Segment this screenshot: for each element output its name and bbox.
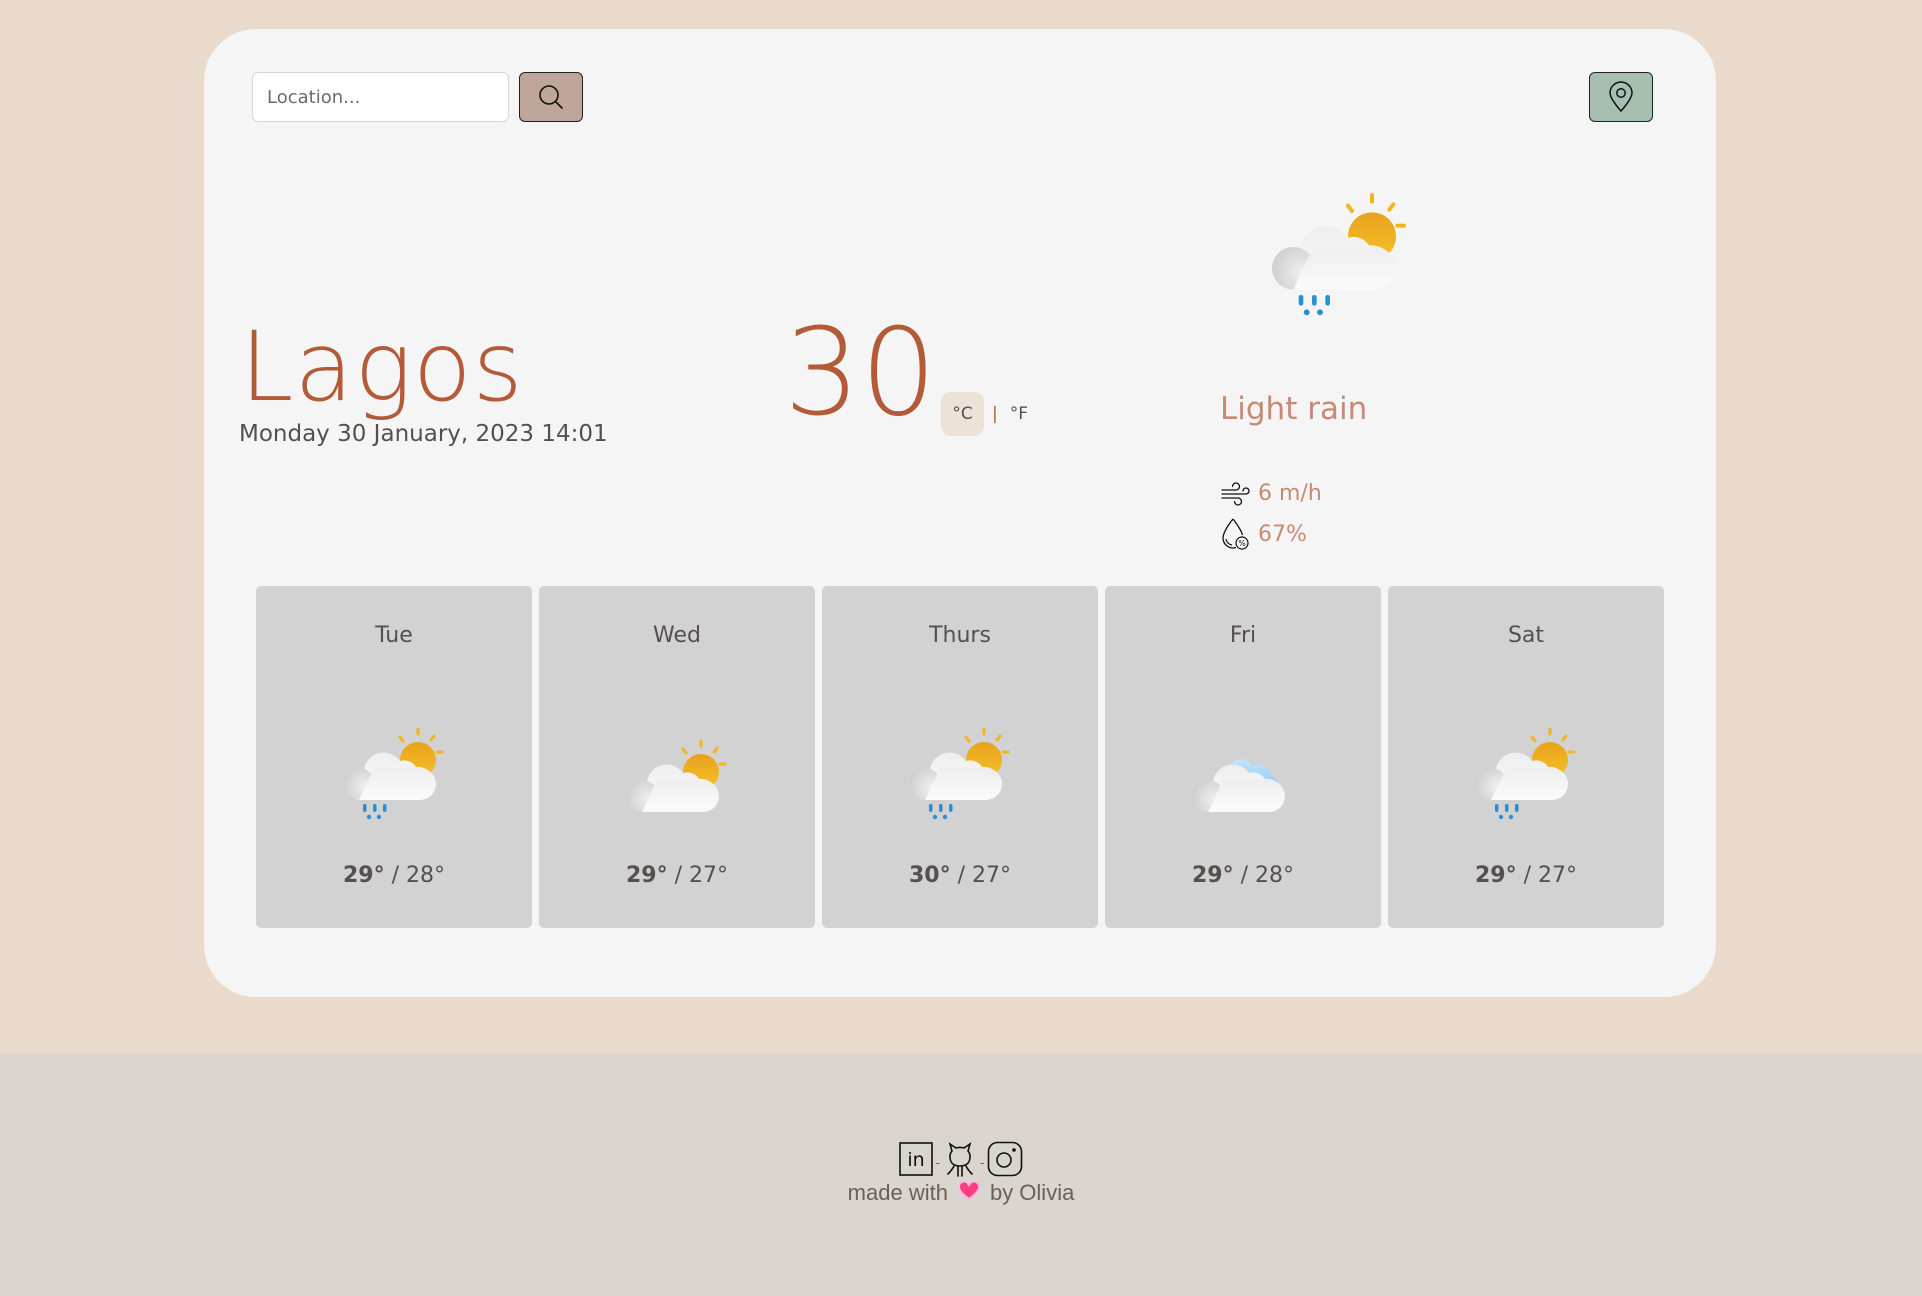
- map-pin-icon: [1609, 81, 1633, 113]
- partly-cloudy-rain-icon: [334, 724, 454, 824]
- cloudy-icon: [1183, 759, 1303, 836]
- city-name: Lagos: [240, 311, 524, 423]
- forecast-low: 28°: [406, 863, 446, 888]
- forecast-low: 27°: [972, 863, 1012, 888]
- forecast-day-name: Thurs: [929, 623, 991, 648]
- svg-text:%: %: [1238, 539, 1246, 548]
- forecast-temps: 29° / 27°: [625, 863, 729, 888]
- forecast-low: 27°: [1538, 863, 1578, 888]
- author-text: by Olivia: [989, 1180, 1075, 1205]
- wind-stat: 6 m/h: [1220, 481, 1322, 506]
- unit-toggle: °C | °F: [941, 392, 1028, 436]
- current-temperature: 30: [784, 304, 937, 443]
- humidity-value: 67%: [1258, 521, 1307, 547]
- humidity-stat: % 67%: [1220, 517, 1307, 551]
- forecast-temps: 29° / 28°: [1191, 863, 1295, 888]
- github-link[interactable]: [943, 1140, 977, 1178]
- social-separator: -: [935, 1156, 940, 1170]
- forecast-day: Fri 29° / 28°: [1105, 586, 1381, 928]
- forecast-list: Tue 29° / 28° Wed 29° / 27° Thurs 30° / …: [256, 586, 1664, 928]
- forecast-day-name: Sat: [1507, 623, 1545, 648]
- forecast-temps: 29° / 28°: [342, 863, 446, 888]
- linkedin-link[interactable]: in: [898, 1142, 933, 1176]
- forecast-day: Sat 29° / 27°: [1388, 586, 1664, 928]
- forecast-day-name: Wed: [653, 623, 701, 648]
- current-datetime: Monday 30 January, 2023 14:01: [239, 421, 608, 447]
- weather-card: Lagos Monday 30 January, 2023 14:01 30 °…: [204, 29, 1716, 997]
- svg-text:in: in: [907, 1149, 924, 1171]
- partly-cloudy-rain-icon: [1466, 724, 1586, 824]
- forecast-high: 29°: [1474, 863, 1517, 888]
- made-with-credit: made with by Olivia: [0, 1180, 1922, 1207]
- unit-separator: |: [992, 404, 998, 424]
- fahrenheit-toggle[interactable]: °F: [1010, 404, 1028, 424]
- search-form: [252, 72, 583, 122]
- location-search-input[interactable]: [252, 72, 509, 122]
- forecast-high: 30°: [908, 863, 951, 888]
- social-separator: -: [980, 1156, 985, 1170]
- forecast-temps: 29° / 27°: [1474, 863, 1578, 888]
- forecast-high: 29°: [342, 863, 385, 888]
- wind-speed: 6 m/h: [1258, 481, 1322, 506]
- search-button[interactable]: [519, 72, 583, 122]
- linkedin-icon: in: [898, 1142, 933, 1176]
- forecast-day-name: Fri: [1229, 623, 1257, 648]
- celsius-toggle[interactable]: °C: [941, 392, 984, 436]
- partly-cloudy-icon: [617, 736, 737, 836]
- forecast-low: 27°: [689, 863, 729, 888]
- weather-description: Light rain: [1220, 391, 1368, 427]
- forecast-low: 28°: [1255, 863, 1295, 888]
- current-location-button[interactable]: [1589, 72, 1653, 122]
- instagram-link[interactable]: [987, 1141, 1023, 1177]
- github-icon: [947, 1142, 973, 1177]
- forecast-day-name: Tue: [375, 623, 413, 648]
- partly-cloudy-rain-icon: [900, 724, 1020, 824]
- instagram-icon: [988, 1141, 1023, 1177]
- footer: in - - made with by Olivia: [0, 1054, 1922, 1296]
- humidity-icon: %: [1222, 518, 1249, 550]
- wind-icon: [1221, 481, 1250, 506]
- search-icon: [539, 85, 563, 109]
- social-links: in - -: [0, 1140, 1922, 1178]
- forecast-day: Wed 29° / 27°: [539, 586, 815, 928]
- forecast-day: Tue 29° / 28°: [256, 586, 532, 928]
- forecast-day: Thurs 30° / 27°: [822, 586, 1098, 928]
- forecast-temps: 30° / 27°: [908, 863, 1012, 888]
- heart-icon: [957, 1180, 980, 1207]
- partly-cloudy-rain-icon: [1260, 180, 1420, 330]
- forecast-high: 29°: [625, 863, 668, 888]
- made-with-text: made with: [847, 1180, 948, 1205]
- forecast-high: 29°: [1191, 863, 1234, 888]
